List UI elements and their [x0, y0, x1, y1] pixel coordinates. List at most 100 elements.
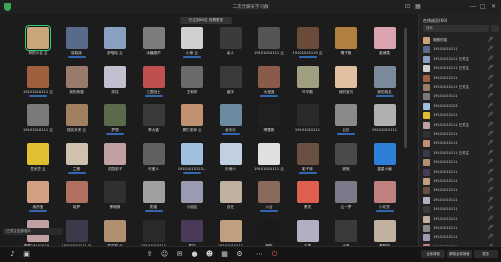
unmute-all-button[interactable]: 解除全体静音 — [447, 250, 472, 258]
mic-icon[interactable]: 🎤︎ — [487, 140, 493, 146]
mic-icon[interactable]: 🎤︎ — [487, 131, 493, 137]
member-row[interactable]: 19101010111 🎤︎ — [423, 233, 499, 242]
avatar — [423, 149, 430, 157]
audio-level-bar — [375, 210, 394, 212]
mic-icon[interactable]: 🎤︎ — [487, 93, 493, 99]
avatar — [423, 121, 430, 129]
grid-view-icon[interactable]: ▦ — [415, 3, 421, 11]
mic-icon[interactable]: 🎤︎ — [487, 206, 493, 212]
mic-icon[interactable]: 🎤︎ — [487, 225, 493, 231]
member-search-input[interactable]: 搜索 — [423, 25, 489, 32]
mic-icon[interactable]: 🎤︎ — [487, 187, 493, 193]
end-icon[interactable]: ⏻ — [270, 250, 279, 259]
member-row[interactable]: 19101010123 🎤︎ — [423, 102, 499, 111]
more-icon[interactable]: ⋯ — [255, 250, 264, 259]
record-icon[interactable]: ● — [190, 250, 199, 259]
member-row[interactable]: 19101010111 🎤︎ — [423, 111, 499, 120]
more-button[interactable]: 更多 — [473, 250, 498, 258]
member-row[interactable]: 19101010111 🎤︎ — [423, 168, 499, 177]
member-name: 19101010111 — [433, 235, 458, 240]
avatar — [423, 168, 430, 176]
mic-icon[interactable]: 🎤︎ — [487, 122, 493, 128]
member-row[interactable]: 19101010111 🎤︎ — [423, 92, 499, 101]
mute-all-button[interactable]: 全体静音 — [421, 250, 446, 258]
mic-icon[interactable]: 🎤︎ — [487, 56, 493, 62]
avatar — [104, 65, 126, 88]
close-icon[interactable]: ✕ — [491, 3, 496, 11]
mic-icon[interactable]: 🎤︎ — [487, 169, 493, 175]
member-row[interactable]: 微醺的猫 🎤︎ — [423, 36, 499, 45]
member-row[interactable]: 19101010111 🎤︎ — [423, 177, 499, 186]
avatar — [423, 206, 430, 214]
mic-icon[interactable]: 🎤︎ — [487, 150, 493, 156]
avatar — [373, 219, 396, 242]
audio-level-bar — [221, 133, 240, 135]
settings-icon[interactable]: ⚙ — [235, 250, 244, 259]
member-row[interactable]: 19101010111 🎤︎ — [423, 196, 499, 205]
audio-level-bar — [337, 133, 355, 135]
member-row[interactable]: 19101010111 已关注 🎤︎ — [423, 121, 499, 130]
mic-icon[interactable]: 🎤︎ — [487, 197, 493, 203]
member-row[interactable]: 19101010111 已关注 🎤︎ — [423, 149, 499, 158]
member-name: 微醺的猫 — [433, 38, 447, 42]
avatar — [423, 112, 430, 120]
mic-icon[interactable]: ♪ — [8, 250, 17, 259]
member-row[interactable]: 19101010111 已关注 🎤︎ — [423, 64, 499, 73]
participant-name: 影子妹 — [302, 166, 313, 171]
mic-icon[interactable]: 🎤︎ — [487, 112, 493, 118]
avatar — [373, 142, 396, 165]
pin-icon[interactable]: ⊡ — [405, 3, 410, 11]
avatar — [335, 65, 357, 88]
avatar — [65, 27, 88, 49]
member-row[interactable]: 19101010111 🎤︎ — [423, 130, 499, 139]
member-name: 19101010123 — [433, 103, 458, 108]
mic-icon[interactable]: 🎤︎ — [487, 75, 493, 81]
member-row[interactable]: 19101010111 已关注 🎤︎ — [423, 83, 499, 92]
participant-notice[interactable]: 已达到60位 查看更多 — [180, 17, 232, 24]
mic-icon[interactable]: 🎤︎ — [487, 103, 493, 109]
participant-name: 自在 — [226, 205, 235, 209]
mic-icon[interactable]: 🎤︎ — [487, 65, 493, 71]
grid-scrollbar[interactable] — [404, 28, 407, 148]
member-row[interactable]: 19101010111 🎤︎ — [423, 74, 499, 83]
invite-icon[interactable] — [491, 25, 499, 32]
member-row[interactable]: 19101010111 🎤︎ — [423, 186, 499, 195]
member-panel: 在线成员(60) 搜索 微醺的猫 🎤︎ 19101010111 🎤︎ 191010101… — [418, 14, 501, 251]
participant-name: 19101010111 云 — [254, 51, 284, 55]
member-row[interactable]: 19101010111 🎤︎ — [423, 224, 499, 233]
chat-icon[interactable]: ✉ — [175, 250, 184, 259]
participant-name: 林的小名 云 — [28, 51, 48, 55]
avatar — [142, 181, 165, 203]
member-row[interactable]: 19101010111 🎤︎ — [423, 45, 499, 54]
participants-icon[interactable]: ☺ — [160, 250, 169, 259]
mic-icon[interactable]: 🎤︎ — [487, 84, 493, 90]
camera-icon[interactable]: ▣ — [22, 250, 31, 259]
participant-name: 19101010111 云 — [23, 89, 53, 94]
participant-name: 19101010123... — [177, 166, 207, 171]
participant-name: 宸宇 — [226, 89, 235, 94]
member-row[interactable]: 19101010111 🎤︎ — [423, 158, 499, 167]
mic-icon[interactable]: 🎤︎ — [487, 178, 493, 184]
member-row[interactable]: 19101010111 已关注 🎤︎ — [423, 55, 499, 64]
mic-icon[interactable]: 🎤︎ — [487, 37, 493, 43]
avatar — [65, 142, 88, 165]
mic-icon[interactable]: 🎤︎ — [487, 216, 493, 222]
reaction-icon[interactable]: ☻ — [205, 250, 214, 259]
audio-level-bar — [67, 171, 86, 174]
mic-icon[interactable]: 🎤︎ — [487, 234, 493, 240]
mic-icon[interactable]: 🎤︎ — [487, 46, 493, 52]
member-name: 19101010111 — [433, 75, 458, 80]
share-icon[interactable]: ⇪ — [145, 250, 154, 259]
mic-icon[interactable]: 🎤︎ — [487, 159, 493, 165]
minimize-icon[interactable]: — — [470, 3, 476, 11]
member-row[interactable]: 19101010111 🎤︎ — [423, 215, 499, 224]
filter-dropdown[interactable]: 已关注全部观众 — [3, 228, 63, 235]
maximize-icon[interactable]: □ — [480, 3, 486, 11]
member-row[interactable]: 19101010111 🎤︎ — [423, 139, 499, 148]
avatar — [219, 142, 242, 165]
avatar — [296, 65, 319, 88]
apps-icon[interactable]: ▦ — [220, 250, 229, 259]
member-row[interactable]: 19101010111 🎤︎ — [423, 205, 499, 214]
avatar — [423, 215, 430, 223]
window-title: 二次元聊天学习群 — [232, 5, 269, 10]
